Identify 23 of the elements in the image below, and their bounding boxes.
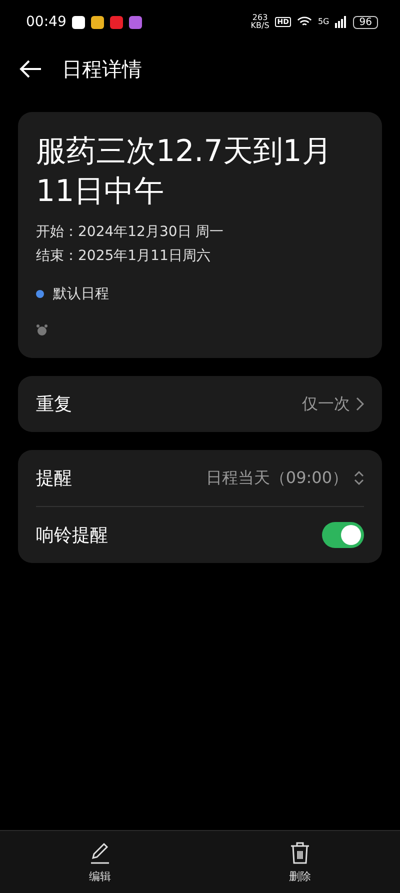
network-speed: 263 KB/S [250, 14, 270, 30]
trash-icon [289, 840, 311, 864]
calendar-name: 默认日程 [53, 285, 109, 304]
signal-icon [335, 16, 348, 28]
event-title: 服药三次12.7天到1月11日中午 [36, 133, 333, 211]
ring-reminder-label: 响铃提醒 [36, 524, 108, 547]
battery-level: 96 [353, 16, 378, 28]
delete-button[interactable]: 删除 [200, 831, 400, 893]
edit-button[interactable]: 编辑 [0, 831, 200, 893]
pencil-icon [88, 840, 112, 864]
up-down-chevron-icon [354, 470, 364, 486]
wifi-icon [296, 16, 312, 28]
start-time: 开始：2024年12月30日 周一 [36, 223, 225, 242]
back-arrow-icon[interactable] [18, 59, 42, 79]
clock: 00:49 [26, 14, 66, 30]
repeat-row[interactable]: 重复 仅一次 [18, 376, 382, 432]
page-title: 日程详情 [62, 56, 142, 82]
reminder-row[interactable]: 提醒 日程当天（09:00） [18, 450, 382, 506]
alarm-clock-icon [36, 324, 48, 336]
network-type: 5G [318, 18, 330, 26]
toggle-switch[interactable] [322, 522, 364, 548]
chevron-right-icon [356, 397, 364, 411]
end-time: 结束：2025年1月11日周六 [36, 247, 212, 266]
